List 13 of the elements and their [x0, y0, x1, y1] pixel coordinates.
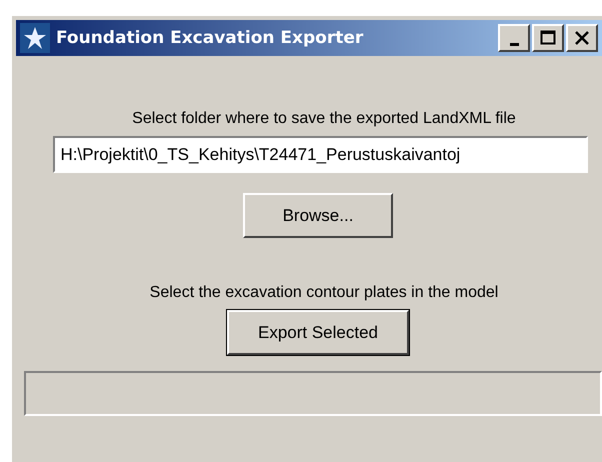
window-title: Foundation Excavation Exporter: [56, 28, 364, 48]
plates-instruction: Select the excavation contour plates in the model: [150, 284, 498, 302]
app-icon: [20, 23, 50, 53]
folder-label: Select folder where to save the exported LandXML file: [132, 110, 516, 128]
maximize-button[interactable]: [532, 24, 564, 52]
close-icon: [574, 30, 590, 46]
minimize-button[interactable]: [498, 24, 530, 52]
close-button[interactable]: [566, 24, 598, 52]
export-selected-button[interactable]: Export Selected: [227, 310, 409, 355]
minimize-icon: [510, 42, 518, 46]
maximize-icon: [540, 30, 556, 46]
folder-path-field[interactable]: H:\Projektit\0_TS_Kehitys\T24471_Perustuskaivantoj: [52, 136, 588, 173]
browse-button[interactable]: Browse...: [243, 193, 393, 238]
